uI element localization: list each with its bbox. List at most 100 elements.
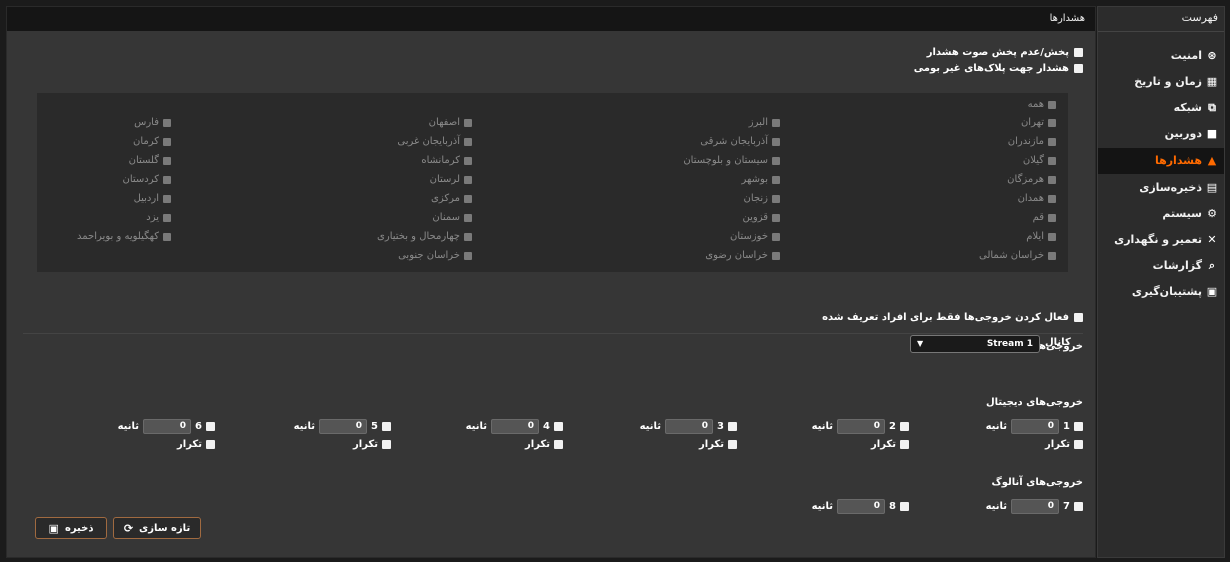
province-item[interactable]: قم bbox=[1033, 212, 1056, 223]
province-item[interactable]: گلستان bbox=[129, 155, 171, 166]
seconds-input[interactable]: 0 bbox=[319, 419, 368, 434]
province-item[interactable]: کردستان bbox=[122, 174, 171, 185]
province-item[interactable]: کهگیلویه و بویراحمد bbox=[77, 231, 171, 242]
province-item[interactable]: فارس bbox=[134, 117, 171, 128]
seconds-input[interactable]: 0 bbox=[837, 419, 886, 434]
sidebar-item-backup[interactable]: ▣ پشتیبان‌گیری bbox=[1098, 280, 1224, 304]
province-checkbox[interactable] bbox=[1048, 118, 1056, 127]
repeat-checkbox[interactable] bbox=[206, 440, 215, 449]
province-checkbox[interactable] bbox=[772, 213, 780, 222]
output-checkbox[interactable] bbox=[206, 422, 215, 431]
seconds-input[interactable]: 0 bbox=[1011, 419, 1060, 434]
refresh-button[interactable]: تازه سازی ⟳ bbox=[113, 517, 201, 539]
province-checkbox[interactable] bbox=[464, 213, 472, 222]
province-checkbox[interactable] bbox=[163, 175, 171, 184]
province-item[interactable]: تهران bbox=[1021, 117, 1056, 128]
province-checkbox[interactable] bbox=[1048, 194, 1056, 203]
province-item[interactable]: خراسان رضوی bbox=[705, 250, 780, 261]
province-checkbox[interactable] bbox=[1048, 137, 1056, 146]
sidebar-item-alerts[interactable]: ▲ هشدارها bbox=[1098, 148, 1224, 174]
seconds-input[interactable]: 0 bbox=[491, 419, 540, 434]
province-checkbox[interactable] bbox=[464, 175, 472, 184]
repeat-checkbox[interactable] bbox=[1074, 440, 1083, 449]
output-checkbox[interactable] bbox=[728, 422, 737, 431]
sidebar-item-maintenance[interactable]: ✕ تعمیر و نگهداری bbox=[1098, 228, 1224, 252]
seconds-input[interactable]: 0 bbox=[665, 419, 714, 434]
province-checkbox[interactable] bbox=[163, 232, 171, 241]
province-item[interactable]: گیلان bbox=[1023, 155, 1056, 166]
province-checkbox[interactable] bbox=[772, 175, 780, 184]
province-item[interactable]: لرستان bbox=[430, 174, 472, 185]
province-checkbox[interactable] bbox=[464, 251, 472, 260]
province-checkbox[interactable] bbox=[772, 118, 780, 127]
province-item[interactable]: اردبیل bbox=[134, 193, 171, 204]
province-item[interactable]: یزد bbox=[146, 212, 171, 223]
province-checkbox[interactable] bbox=[1048, 156, 1056, 165]
province-item[interactable]: آذربایجان غربی bbox=[397, 136, 472, 147]
province-item[interactable]: هرمزگان bbox=[1007, 174, 1056, 185]
province-item[interactable]: اصفهان bbox=[429, 117, 472, 128]
province-item[interactable]: سمنان bbox=[432, 212, 472, 223]
sidebar-item-storage[interactable]: ▤ ذخیره‌سازی bbox=[1098, 176, 1224, 200]
province-checkbox[interactable] bbox=[163, 213, 171, 222]
seconds-input[interactable]: 0 bbox=[1011, 499, 1060, 514]
sound-toggle-option[interactable]: پخش/عدم پخش صوت هشدار bbox=[927, 47, 1083, 58]
province-checkbox[interactable] bbox=[464, 232, 472, 241]
sidebar-item-security[interactable]: ⊛ امنیت bbox=[1098, 44, 1224, 68]
sound-toggle-checkbox[interactable] bbox=[1074, 48, 1083, 57]
province-checkbox[interactable] bbox=[1048, 175, 1056, 184]
province-item[interactable]: مرکزی bbox=[431, 193, 472, 204]
channel-select[interactable]: Stream 1 ▼ bbox=[910, 335, 1040, 353]
seconds-input[interactable]: 0 bbox=[837, 499, 886, 514]
province-item[interactable]: زنجان bbox=[744, 193, 780, 204]
province-checkbox[interactable] bbox=[772, 156, 780, 165]
repeat-checkbox[interactable] bbox=[728, 440, 737, 449]
foreign-plates-option[interactable]: هشدار جهت پلاک‌های غیر بومی bbox=[914, 63, 1083, 74]
save-button[interactable]: ذخیره ▣ bbox=[35, 517, 107, 539]
province-checkbox[interactable] bbox=[464, 194, 472, 203]
province-checkbox[interactable] bbox=[163, 156, 171, 165]
province-checkbox[interactable] bbox=[1048, 100, 1056, 109]
province-checkbox[interactable] bbox=[464, 118, 472, 127]
output-checkbox[interactable] bbox=[900, 422, 909, 431]
output-checkbox[interactable] bbox=[1074, 422, 1083, 431]
province-all[interactable]: همه bbox=[1028, 99, 1056, 110]
seconds-input[interactable]: 0 bbox=[143, 419, 192, 434]
province-item[interactable]: کرمانشاه bbox=[421, 155, 472, 166]
defined-only-option[interactable]: فعال کردن خروجی‌ها فقط برای افراد تعریف … bbox=[822, 312, 1083, 323]
province-item[interactable]: آذربایجان شرقی bbox=[700, 136, 780, 147]
province-item[interactable]: خراسان جنوبی bbox=[398, 250, 472, 261]
province-checkbox[interactable] bbox=[772, 232, 780, 241]
output-checkbox[interactable] bbox=[554, 422, 563, 431]
defined-only-checkbox[interactable] bbox=[1074, 313, 1083, 322]
foreign-plates-checkbox[interactable] bbox=[1074, 64, 1083, 73]
output-checkbox[interactable] bbox=[1074, 502, 1083, 511]
sidebar-item-datetime[interactable]: ▦ زمان و تاریخ bbox=[1098, 70, 1224, 94]
province-checkbox[interactable] bbox=[163, 118, 171, 127]
province-item[interactable]: همدان bbox=[1018, 193, 1056, 204]
province-item[interactable]: بوشهر bbox=[742, 174, 780, 185]
sidebar-item-reports[interactable]: ⌕ گزارشات bbox=[1098, 254, 1224, 278]
province-checkbox[interactable] bbox=[1048, 251, 1056, 260]
province-checkbox[interactable] bbox=[163, 194, 171, 203]
repeat-checkbox[interactable] bbox=[554, 440, 563, 449]
province-checkbox[interactable] bbox=[1048, 232, 1056, 241]
province-item[interactable]: سیستان و بلوچستان bbox=[683, 155, 780, 166]
province-item[interactable]: خراسان شمالی bbox=[979, 250, 1056, 261]
province-checkbox[interactable] bbox=[772, 251, 780, 260]
province-checkbox[interactable] bbox=[772, 194, 780, 203]
province-item[interactable]: مازندران bbox=[1008, 136, 1056, 147]
repeat-checkbox[interactable] bbox=[382, 440, 391, 449]
province-item[interactable]: کرمان bbox=[133, 136, 171, 147]
sidebar-item-camera[interactable]: ■ دوربین bbox=[1098, 122, 1224, 146]
province-checkbox[interactable] bbox=[464, 137, 472, 146]
province-item[interactable]: چهارمحال و بختیاری bbox=[377, 231, 472, 242]
province-item[interactable]: قزوین bbox=[742, 212, 780, 223]
repeat-checkbox[interactable] bbox=[900, 440, 909, 449]
output-checkbox[interactable] bbox=[382, 422, 391, 431]
province-item[interactable]: ایلام bbox=[1026, 231, 1056, 242]
output-checkbox[interactable] bbox=[900, 502, 909, 511]
province-item[interactable]: البرز bbox=[749, 117, 780, 128]
sidebar-item-network[interactable]: ⧉ شبکه bbox=[1098, 96, 1224, 120]
province-checkbox[interactable] bbox=[464, 156, 472, 165]
